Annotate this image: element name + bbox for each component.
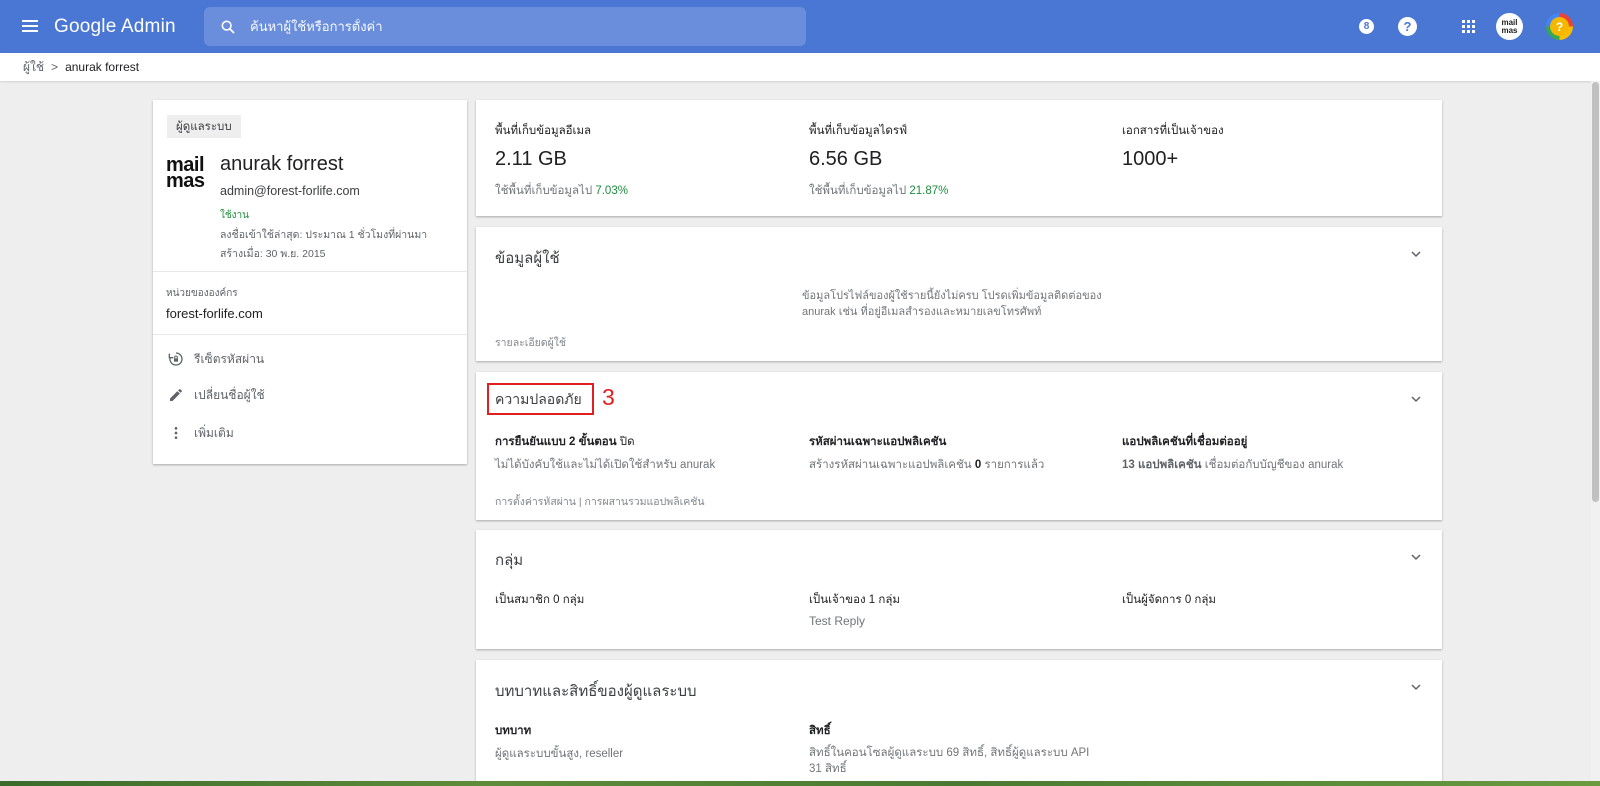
two-step-state: ปิด [619, 436, 635, 448]
taskbar-strip [0, 781, 1600, 786]
rename-user-button[interactable]: เปลี่ยนชื่อผู้ใช้ [166, 384, 265, 406]
privileges-line-2: 31 สิทธิ์ [809, 763, 847, 775]
last-login: ลงชื่อเข้าใช้ล่าสุด: ประมาณ 1 ชั่วโมงที่… [220, 229, 428, 241]
lock-reset-icon [166, 349, 186, 369]
more-label: เพิ่มเติม [194, 425, 234, 440]
drive-usage-percent: 21.87% [909, 185, 949, 197]
more-button[interactable]: เพิ่มเติม [166, 422, 234, 444]
role-chip: ผู้ดูแลระบบ [167, 115, 241, 138]
admin-roles-card[interactable]: บทบาทและสิทธิ์ของผู้ดูแลระบบ บทบาท ผู้ดู… [476, 660, 1442, 786]
user-name: anurak forrest [220, 153, 344, 175]
app-passwords-label: รหัสผ่านเฉพาะแอปพลิเคชัน [809, 436, 947, 448]
storage-card: พื้นที่เก็บข้อมูลอีเมล 2.11 GB ใช้พื้นที… [476, 100, 1442, 216]
user-details-link[interactable]: รายละเอียดผู้ใช้ [495, 334, 566, 351]
drive-storage-label: พื้นที่เก็บข้อมูลไดรฟ์ [809, 125, 908, 137]
member-groups: เป็นสมาชิก 0 กลุ่ม [495, 594, 585, 606]
drive-storage-usage: ใช้พื้นที่เก็บข้อมูลไป 21.87% [809, 182, 948, 200]
privileges-line-1: สิทธิ์ในคอนโซลผู้ดูแลระบบ 69 สิทธิ์, สิท… [809, 747, 1090, 759]
profile-details: anurak forrest admin@forest-forlife.com … [220, 153, 427, 262]
owner-groups: เป็นเจ้าของ 1 กลุ่ม [809, 594, 900, 606]
connected-apps-suffix: เชื่อมต่อกับบัญชีของ anurak [1204, 459, 1344, 471]
search-bar[interactable] [204, 7, 806, 46]
app-brand[interactable]: Google Admin [54, 16, 192, 38]
chevron-down-icon[interactable] [1408, 549, 1424, 565]
manager-groups: เป็นผู้จัดการ 0 กลุ่ม [1122, 594, 1217, 606]
profile-incomplete-message: ข้อมูลโปรไฟล์ของผู้ใช้รายนี้ยังไม่ครบ โป… [802, 288, 1102, 320]
user-avatar-glyph: ? [1550, 17, 1569, 36]
step-annotation: 3 [602, 384, 615, 410]
page-scrollbar[interactable] [1591, 81, 1600, 786]
connected-apps-label: แอปพลิเคชันที่เชื่อมต่ออยู่ [1122, 436, 1248, 448]
divider [153, 334, 467, 335]
org-logo-avatar[interactable]: mail mas [1496, 13, 1523, 40]
message-line-1: ข้อมูลโปรไฟล์ของผู้ใช้รายนี้ยังไม่ครบ โป… [802, 290, 1102, 302]
user-avatar[interactable]: ? [1546, 13, 1573, 40]
breadcrumb-separator: > [51, 60, 59, 74]
connected-apps-count: 13 แอปพลิเคชัน [1122, 459, 1202, 471]
menu-icon[interactable] [22, 19, 42, 34]
app-integration-link[interactable]: การผสานรวมแอปพลิเคชัน [585, 496, 705, 508]
admin-roles-title: บทบาทและสิทธิ์ของผู้ดูแลระบบ [495, 683, 697, 700]
mail-master-logo: mail mas [166, 154, 205, 192]
connected-apps-detail: 13 แอปพลิเคชัน เชื่อมต่อกับบัญชีของ anur… [1122, 456, 1343, 474]
breadcrumb-users-link[interactable]: ผู้ใช้ [23, 58, 44, 77]
breadcrumb: ผู้ใช้ > anurak forrest [0, 53, 1600, 81]
created-date: สร้างเมื่อ: 30 พ.ย. 2015 [220, 248, 326, 260]
search-input[interactable] [250, 19, 770, 34]
drive-usage-prefix: ใช้พื้นที่เก็บข้อมูลไป [809, 185, 907, 197]
apps-grid-icon[interactable] [1462, 20, 1476, 34]
groups-title: กลุ่ม [495, 552, 524, 569]
user-info-title: ข้อมูลผู้ใช้ [495, 250, 560, 267]
app-passwords-count: 0 [974, 459, 982, 471]
user-email: admin@forest-forlife.com [220, 184, 360, 198]
org-unit-value[interactable]: forest-forlife.com [166, 306, 263, 321]
message-line-2: anurak เช่น ที่อยู่อีเมลสำรองและหมายเลขโ… [802, 306, 1042, 318]
email-usage-percent: 7.03% [595, 185, 628, 197]
notification-badge[interactable]: 8 [1359, 19, 1374, 34]
help-icon[interactable]: ? [1398, 17, 1417, 36]
owned-docs-value: 1000+ [1122, 148, 1179, 170]
chevron-down-icon[interactable] [1408, 679, 1424, 695]
two-step-label: การยืนยันแบบ 2 ขั้นตอน ปิด [495, 433, 635, 451]
scrollbar-thumb[interactable] [1592, 82, 1599, 502]
security-footer-links: การตั้งค่ารหัสผ่าน | การผสานรวมแอปพลิเคช… [495, 493, 705, 510]
chevron-down-icon[interactable] [1408, 391, 1424, 407]
email-storage-value: 2.11 GB [495, 148, 567, 170]
roles-label: บทบาท [495, 725, 532, 737]
owned-docs-label: เอกสารที่เป็นเจ้าของ [1122, 125, 1224, 137]
search-icon [221, 20, 235, 34]
groups-card[interactable]: กลุ่ม เป็นสมาชิก 0 กลุ่ม เป็นเจ้าของ 1 ก… [476, 530, 1442, 649]
privileges-value: สิทธิ์ในคอนโซลผู้ดูแลระบบ 69 สิทธิ์, สิท… [809, 745, 1089, 777]
pencil-icon [166, 385, 186, 405]
more-vert-icon [166, 423, 186, 443]
email-storage-label: พื้นที่เก็บข้อมูลอีเมล [495, 125, 592, 137]
divider [153, 271, 467, 272]
owned-group-name[interactable]: Test Reply [809, 614, 865, 628]
drive-storage-value: 6.56 GB [809, 148, 883, 170]
reset-password-label: รีเซ็ตรหัสผ่าน [194, 351, 265, 366]
security-card[interactable]: ความปลอดภัย การยืนยันแบบ 2 ขั้นตอน ปิด ไ… [476, 372, 1442, 520]
breadcrumb-current: anurak forrest [65, 60, 140, 74]
status-badge: ใช้งาน [220, 210, 250, 221]
password-settings-link[interactable]: การตั้งค่ารหัสผ่าน [495, 496, 576, 508]
roles-value: ผู้ดูแลระบบขั้นสูง, reseller [495, 748, 624, 760]
email-storage-usage: ใช้พื้นที่เก็บข้อมูลไป 7.03% [495, 182, 628, 200]
email-usage-prefix: ใช้พื้นที่เก็บข้อมูลไป [495, 185, 593, 197]
two-step-label-text: การยืนยันแบบ 2 ขั้นตอน [495, 436, 617, 448]
app-passwords-suffix: รายการแล้ว [984, 459, 1045, 471]
link-separator: | [578, 496, 582, 508]
org-unit-label: หน่วยขององค์กร [166, 288, 238, 299]
privileges-label: สิทธิ์ [809, 725, 831, 737]
rename-user-label: เปลี่ยนชื่อผู้ใช้ [194, 387, 265, 402]
user-info-card[interactable]: ข้อมูลผู้ใช้ ข้อมูลโปรไฟล์ของผู้ใช้รายนี… [476, 227, 1442, 361]
app-passwords-detail: สร้างรหัสผ่านเฉพาะแอปพลิเคชัน 0 รายการแล… [809, 456, 1044, 474]
security-highlight-box [487, 383, 594, 415]
reset-password-button[interactable]: รีเซ็ตรหัสผ่าน [166, 348, 264, 370]
app-passwords-prefix: สร้างรหัสผ่านเฉพาะแอปพลิเคชัน [809, 459, 972, 471]
chevron-down-icon[interactable] [1408, 246, 1424, 262]
profile-card: ผู้ดูแลระบบ mail mas anurak forrest admin… [153, 100, 467, 464]
two-step-detail: ไม่ได้บังคับใช้และไม่ได้เปิดใช้สำหรับ an… [495, 459, 716, 471]
